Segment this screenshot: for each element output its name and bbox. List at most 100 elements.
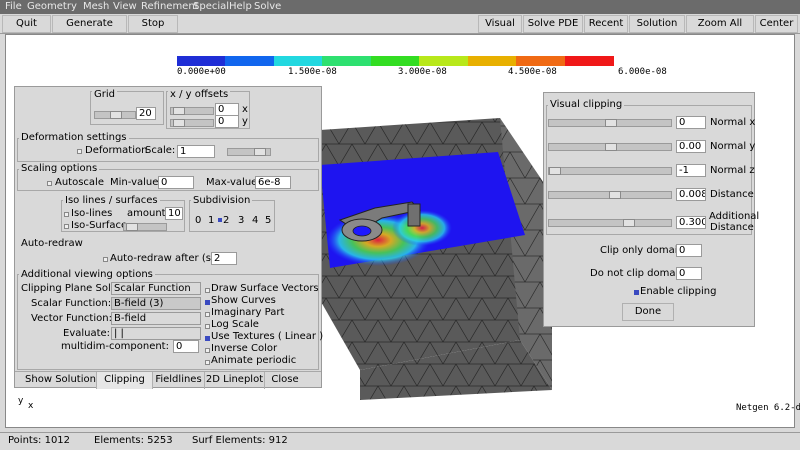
menu-mesh[interactable]: Mesh (83, 1, 109, 12)
color-scale-segment (177, 56, 227, 66)
additional-distance-field[interactable]: 0.300 (676, 216, 706, 229)
amount-field[interactable]: 10 (165, 207, 183, 220)
iso-surface-slider[interactable] (123, 223, 167, 231)
draw-surface-vectors-checkbox[interactable] (205, 288, 210, 293)
menu-special[interactable]: Special (193, 1, 229, 12)
solve-pde-button[interactable]: Solve PDE (523, 15, 583, 33)
version-label: Netgen 6.2-d (736, 403, 800, 413)
scale-slider[interactable] (227, 148, 271, 156)
distance-field[interactable]: 0.008 (676, 188, 706, 201)
done-button[interactable]: Done (622, 303, 674, 321)
normal-z-label: Normal z (710, 165, 755, 176)
solution-button[interactable]: Solution (629, 15, 685, 33)
subdivision-option-1[interactable]: 1 (208, 215, 214, 226)
menu-geometry[interactable]: Geometry (27, 1, 77, 12)
subdivision-option-2[interactable]: 2 (223, 215, 229, 226)
vector-function-select[interactable]: B-field (111, 312, 201, 325)
max-value-field[interactable]: 6e-8 (255, 176, 291, 189)
recent-button[interactable]: Recent (584, 15, 628, 33)
status-bar: Points: 1012 Elements: 5253 Surf Element… (0, 432, 800, 450)
inverse-color-checkbox[interactable] (205, 348, 210, 353)
offset-y-field[interactable]: 0 (215, 115, 239, 128)
scaling-section-label: Scaling options (19, 163, 100, 174)
normal-y-label: Normal y (710, 141, 756, 152)
scalar-function-label: Scalar Function: (31, 298, 112, 309)
menu-file[interactable]: File (5, 1, 22, 12)
normal-y-slider[interactable] (548, 143, 672, 151)
offset-x-slider[interactable] (170, 107, 214, 115)
auto-redraw-section-label: Auto-redraw (21, 238, 83, 249)
imaginary-part-checkbox[interactable] (205, 312, 210, 317)
clip-only-domain-field[interactable]: 0 (676, 244, 702, 257)
iso-surface-checkbox[interactable] (64, 224, 69, 229)
color-scale-segment (225, 56, 276, 66)
auto-redraw-field[interactable]: 2 (211, 252, 237, 265)
deformation-checkbox[interactable] (77, 149, 82, 154)
clipping-plane-sol-select[interactable]: Scalar Function (111, 282, 201, 295)
log-scale-label: Log Scale (211, 319, 259, 330)
inverse-color-label: Inverse Color (211, 343, 278, 354)
offset-x-label: x (242, 104, 248, 115)
quit-button[interactable]: Quit (2, 15, 51, 33)
menu-help[interactable]: Help (229, 1, 252, 12)
use-textures-label: Use Textures ( Linear ) (211, 331, 324, 342)
mesh-rendering[interactable] (300, 100, 560, 400)
axes-label: x (28, 401, 34, 411)
scalar-function-select[interactable]: B-field (3) (111, 297, 201, 310)
visualization-options-panel: Grid 20 x / y offsets 0 x 0 y Deformatio… (14, 86, 324, 389)
show-curves-checkbox[interactable] (205, 300, 210, 305)
do-not-clip-domain-field[interactable]: 0 (676, 267, 702, 280)
subdivision-option-0[interactable]: 0 (195, 215, 201, 226)
use-textures-checkbox[interactable] (205, 336, 210, 341)
visual-clipping-title: Visual clipping (548, 99, 625, 110)
clipping-plane-sol-label: Clipping Plane Sol: (21, 283, 115, 294)
menu-view[interactable]: View (113, 1, 137, 12)
additional-section-label: Additional viewing options (19, 269, 155, 280)
subdivision-radio-selected[interactable] (218, 218, 222, 222)
tab-show-solution[interactable]: Show Solution (25, 372, 97, 389)
distance-slider[interactable] (548, 191, 672, 199)
center-button[interactable]: Center (755, 15, 798, 33)
stop-button[interactable]: Stop (128, 15, 178, 33)
enable-clipping-checkbox[interactable] (634, 290, 639, 295)
normal-x-slider[interactable] (548, 119, 672, 127)
scale-label: Scale: (145, 145, 176, 156)
generate-mesh-button[interactable]: Generate Mesh (52, 15, 127, 45)
iso-surface-label: Iso-Surface (71, 220, 128, 231)
tab-clipping[interactable]: Clipping (97, 372, 153, 389)
subdivision-option-3[interactable]: 3 (238, 215, 244, 226)
subdivision-label: Subdivision (191, 195, 253, 206)
log-scale-checkbox[interactable] (205, 324, 210, 329)
offset-y-slider[interactable] (170, 119, 214, 127)
tab-close[interactable]: Close (265, 372, 305, 389)
grid-slider[interactable] (94, 111, 136, 119)
grid-value-field[interactable]: 20 (136, 107, 156, 120)
scale-field[interactable]: 1 (177, 145, 215, 158)
tab-2d-lineplot[interactable]: 2D Lineplot (205, 372, 265, 389)
animate-periodic-checkbox[interactable] (205, 360, 210, 365)
tab-fieldlines[interactable]: Fieldlines (153, 372, 205, 389)
normal-z-slider[interactable] (548, 167, 672, 175)
subdivision-option-5[interactable]: 5 (265, 215, 271, 226)
netgen-window: File Geometry Mesh View Refinement Speci… (0, 0, 800, 450)
visual-button[interactable]: Visual (478, 15, 522, 33)
normal-y-field[interactable]: 0.00 (676, 140, 706, 153)
multidim-field[interactable]: 0 (173, 340, 199, 353)
min-value-field[interactable]: 0 (158, 176, 194, 189)
auto-redraw-checkbox[interactable] (103, 257, 108, 262)
menu-solve[interactable]: Solve (254, 1, 281, 12)
additional-distance-slider[interactable] (548, 219, 672, 227)
normal-x-field[interactable]: 0 (676, 116, 706, 129)
visual-clipping-panel: Visual clipping 0 Normal x 0.00 Normal y… (543, 92, 759, 327)
evaluate-select[interactable]: | | (111, 327, 201, 340)
evaluate-label: Evaluate: (63, 328, 111, 339)
menu-refinement[interactable]: Refinement (141, 1, 199, 12)
deformation-section-label: Deformation settings (19, 132, 129, 143)
subdivision-radio-group: 0 1 2 3 4 5 (193, 215, 273, 227)
iso-lines-checkbox[interactable] (64, 212, 69, 217)
subdivision-option-4[interactable]: 4 (252, 215, 258, 226)
normal-z-field[interactable]: -1 (676, 164, 706, 177)
distance-label: Distance (710, 189, 754, 200)
autoscale-checkbox[interactable] (47, 181, 52, 186)
zoom-all-button[interactable]: Zoom All (686, 15, 754, 33)
